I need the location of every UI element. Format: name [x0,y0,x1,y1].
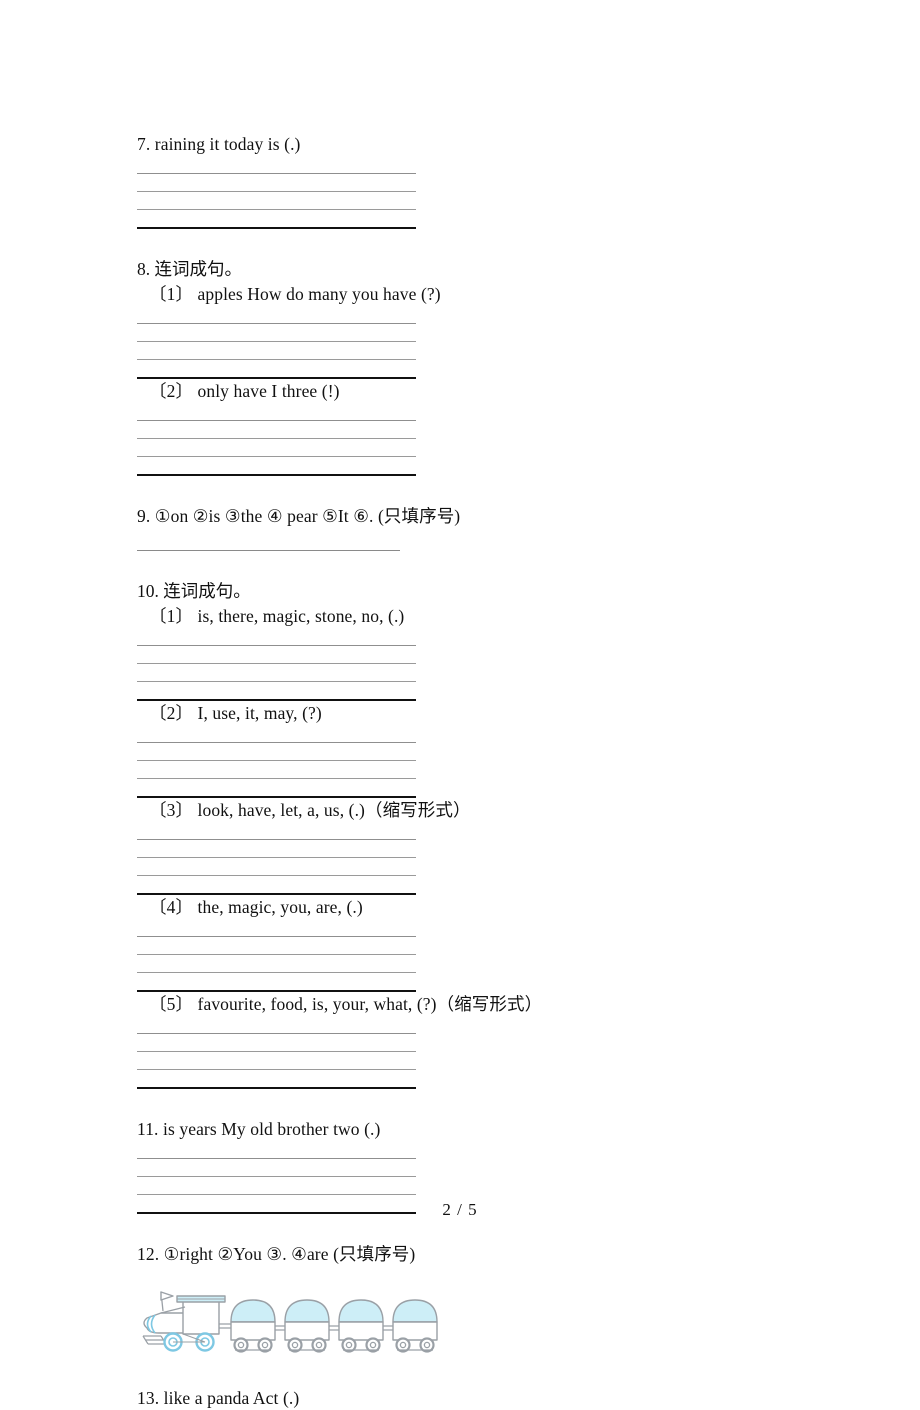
answer-line[interactable] [137,439,416,457]
answer-line[interactable] [137,457,416,476]
question-7-answer-lines[interactable] [137,156,416,229]
answer-line[interactable] [137,360,416,379]
answer-line[interactable] [137,955,416,973]
answer-line[interactable] [137,1177,416,1195]
answer-line[interactable] [137,725,416,743]
answer-line[interactable] [137,937,416,955]
question-10-3-prompt: 〔3〕 look, have, let, a, us, (.)（缩写形式） [149,800,471,820]
answer-line[interactable] [137,403,416,421]
question-9: 9. ①on ②is ③the ④ pear ⑤It ⑥. (只填序号) [137,504,837,551]
question-8-1-answer-lines[interactable] [137,306,416,379]
question-12-prompt: 12. ①right ②You ③. ④are (只填序号) [137,1244,416,1264]
question-10-1-prompt: 〔1〕 is, there, magic, stone, no, (.) [149,606,405,626]
question-8-1-prompt: 〔1〕 apples How do many you have (?) [149,284,441,304]
question-7-prompt: 7. raining it today is (.) [137,134,301,154]
answer-line[interactable] [137,743,416,761]
question-10-4-answer-lines[interactable] [137,919,416,992]
answer-line[interactable] [137,192,416,210]
question-13-prompt: 13. like a panda Act (.) [137,1388,300,1408]
question-8: 8. 连词成句。 〔1〕 apples How do many you have… [137,257,837,476]
answer-line[interactable] [137,156,416,174]
answer-line[interactable] [137,1070,416,1089]
question-12: 12. ①right ②You ③. ④are (只填序号) [137,1242,837,1358]
answer-line[interactable] [137,1159,416,1177]
answer-line[interactable] [137,1016,416,1034]
answer-line[interactable] [137,646,416,664]
question-13: 13. like a panda Act (.) [137,1386,837,1410]
worksheet-page: 7. raining it today is (.) 8. 连词成句。 〔1〕 … [0,0,920,1408]
question-8-heading: 8. 连词成句。 [137,259,242,279]
answer-line[interactable] [137,324,416,342]
page-number: 2 / 5 [442,1200,478,1219]
question-10-heading: 10. 连词成句。 [137,581,251,601]
answer-line[interactable] [137,682,416,701]
answer-line[interactable] [137,761,416,779]
answer-line[interactable] [137,664,416,682]
question-8-2-prompt: 〔2〕 only have I three (!) [149,381,340,401]
answer-line[interactable] [137,1034,416,1052]
answer-line[interactable] [137,1141,416,1159]
question-7: 7. raining it today is (.) [137,132,837,229]
question-11-prompt: 11. is years My old brother two (.) [137,1119,381,1139]
question-8-2-answer-lines[interactable] [137,403,416,476]
answer-line[interactable] [137,840,416,858]
question-10-4-prompt: 〔4〕 the, magic, you, are, (.) [149,897,363,917]
question-10-5-prompt: 〔5〕 favourite, food, is, your, what, (?)… [149,994,543,1014]
answer-line[interactable] [137,779,416,798]
question-9-prompt: 9. ①on ②is ③the ④ pear ⑤It ⑥. (只填序号) [137,506,461,526]
question-10: 10. 连词成句。 〔1〕 is, there, magic, stone, n… [137,579,837,1089]
answer-line[interactable] [137,628,416,646]
question-10-2-prompt: 〔2〕 I, use, it, may, (?) [149,703,322,723]
question-10-1-answer-lines[interactable] [137,628,416,701]
answer-line[interactable] [137,306,416,324]
answer-line[interactable] [137,174,416,192]
train-illustration [139,1286,439,1358]
answer-line[interactable] [137,210,416,229]
answer-line[interactable] [137,421,416,439]
answer-line[interactable] [137,876,416,895]
answer-line[interactable] [137,1052,416,1070]
answer-line[interactable] [137,342,416,360]
question-10-2-answer-lines[interactable] [137,725,416,798]
answer-line[interactable] [137,919,416,937]
answer-line[interactable] [137,822,416,840]
answer-line[interactable] [137,858,416,876]
answer-line[interactable] [137,973,416,992]
question-10-5-answer-lines[interactable] [137,1016,416,1089]
question-10-3-answer-lines[interactable] [137,822,416,895]
